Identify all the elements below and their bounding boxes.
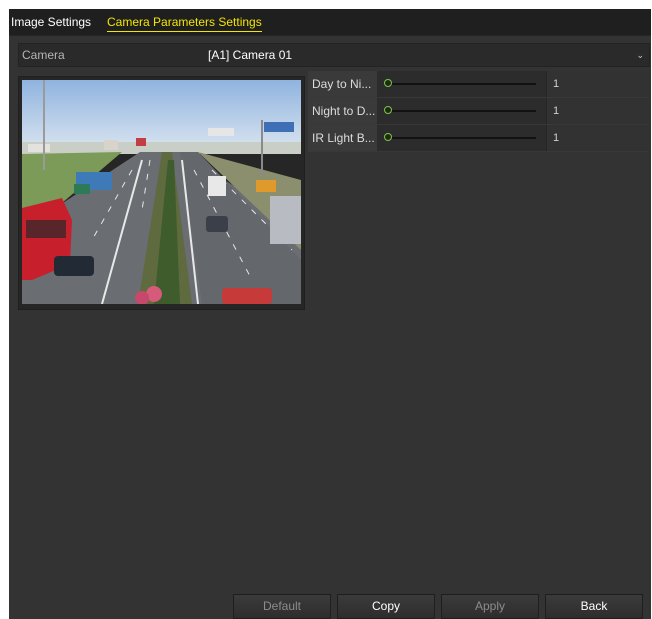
param-row-ir-light: IR Light B... 1 xyxy=(308,125,650,152)
live-preview-frame xyxy=(18,76,305,310)
tab-image-settings[interactable]: Image Settings xyxy=(11,14,91,30)
live-preview-image xyxy=(22,80,301,304)
camera-select[interactable]: [A1] Camera 01 ⌄ xyxy=(206,44,648,66)
tab-bar: Image Settings Camera Parameters Setting… xyxy=(9,9,651,36)
night-to-day-slider[interactable] xyxy=(384,105,538,117)
ir-light-value-field[interactable]: 1 xyxy=(546,125,650,151)
slider-thumb[interactable] xyxy=(384,106,392,114)
night-to-day-value: 1 xyxy=(553,105,560,117)
button-bar: Default Copy Apply Back xyxy=(9,594,651,619)
param-label-day-to-night: Day to Ni... xyxy=(308,71,377,97)
slider-thumb[interactable] xyxy=(384,133,392,141)
day-to-night-value: 1 xyxy=(553,78,560,90)
slider-track xyxy=(388,110,536,112)
camera-row: Camera [A1] Camera 01 ⌄ xyxy=(18,43,650,67)
slider-track xyxy=(388,83,536,85)
apply-button[interactable]: Apply xyxy=(441,594,539,619)
day-to-night-slider[interactable] xyxy=(384,78,538,90)
copy-button[interactable]: Copy xyxy=(337,594,435,619)
camera-selected-value: [A1] Camera 01 xyxy=(208,48,293,62)
ir-light-value: 1 xyxy=(553,132,560,144)
night-to-day-value-field[interactable]: 1 xyxy=(546,98,650,124)
chevron-down-icon: ⌄ xyxy=(636,50,644,60)
camera-label: Camera xyxy=(22,48,65,62)
camera-settings-window: Image Settings Camera Parameters Setting… xyxy=(9,9,651,619)
tab-camera-parameters-settings[interactable]: Camera Parameters Settings xyxy=(107,14,262,32)
param-label-ir-light: IR Light B... xyxy=(308,125,377,151)
param-label-night-to-day: Night to D... xyxy=(308,98,377,124)
param-row-day-to-night: Day to Ni... 1 xyxy=(308,71,650,98)
ir-light-slider[interactable] xyxy=(384,132,538,144)
default-button[interactable]: Default xyxy=(233,594,331,619)
back-button[interactable]: Back xyxy=(545,594,643,619)
day-to-night-value-field[interactable]: 1 xyxy=(546,71,650,97)
slider-thumb[interactable] xyxy=(384,79,392,87)
param-row-night-to-day: Night to D... 1 xyxy=(308,98,650,125)
slider-track xyxy=(388,137,536,139)
